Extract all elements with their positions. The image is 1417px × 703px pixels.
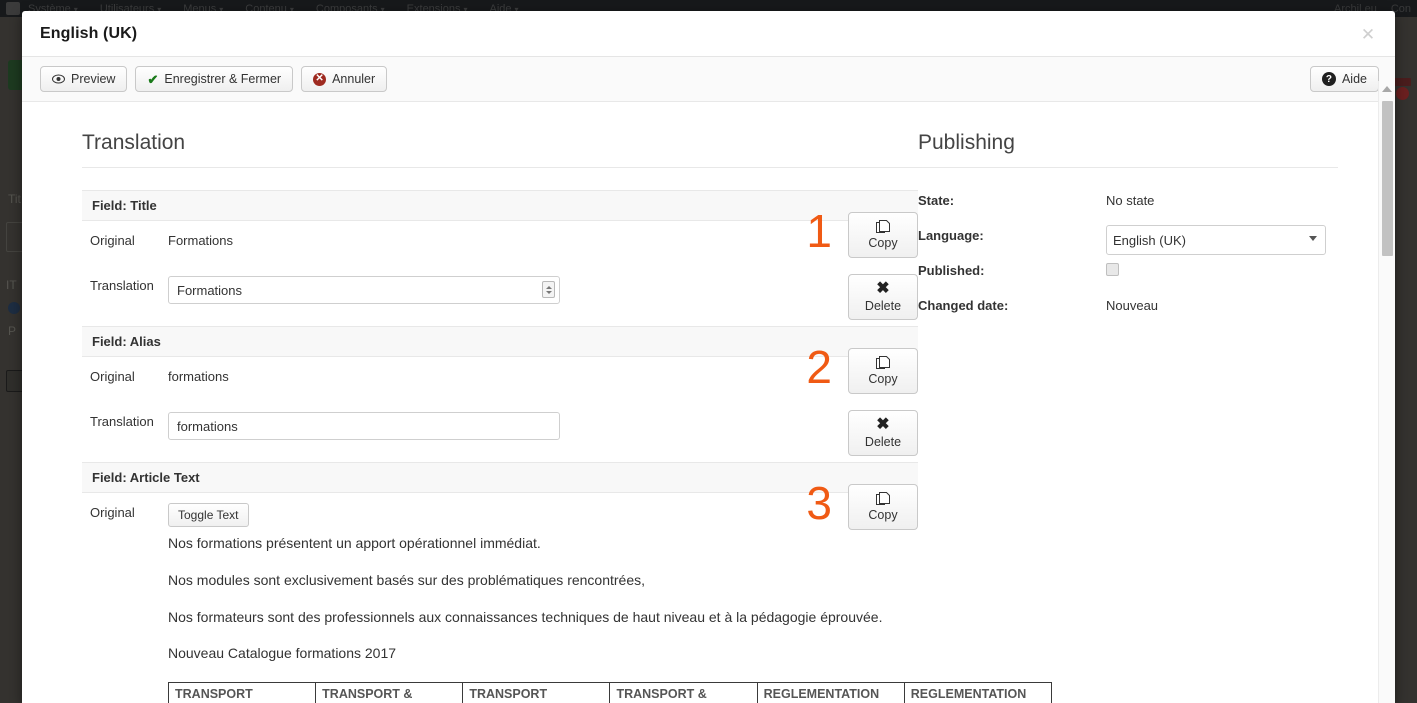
alias-translation-input[interactable] [168, 412, 560, 440]
alias-actions: 2 Copy ✖ Delete [762, 344, 918, 456]
copy-label: Copy [868, 236, 898, 250]
translation-modal: English (UK) ✕ Preview ✔ Enregistrer & F… [22, 11, 1395, 703]
publishing-fields: State: No state Language: English (UK) P… [918, 190, 1338, 330]
close-x-icon: ✖ [876, 280, 890, 297]
cancel-icon: ✕ [313, 72, 327, 86]
table-header-cell: TRANSPORT & [609, 682, 758, 703]
original-value-alias: formations [168, 369, 229, 384]
close-icon[interactable]: ✕ [1357, 24, 1379, 46]
field-block-title: Field: Title Original Formations Transla… [82, 190, 918, 320]
preview-button[interactable]: Preview [40, 66, 128, 92]
copy-label: Copy [868, 372, 898, 386]
field-block-alias: Field: Alias Original formations Transla… [82, 326, 918, 456]
original-label: Original [90, 369, 135, 384]
changed-date-label: Changed date: [918, 298, 1009, 313]
copy-button-article[interactable]: Copy [848, 484, 918, 530]
copy-icon [876, 220, 890, 234]
background-p-label: P [8, 324, 17, 338]
article-paragraph: Nos formations présentent un apport opér… [168, 535, 541, 551]
table-header-cell: TRANSPORT [462, 682, 611, 703]
copy-icon [876, 492, 890, 506]
copy-button-title[interactable]: Copy [848, 212, 918, 258]
eye-icon [52, 74, 65, 84]
original-label: Original [90, 233, 135, 248]
state-row: State: No state [918, 190, 1338, 225]
help-icon: ? [1321, 72, 1336, 86]
spinner-icon[interactable] [542, 281, 555, 298]
modal-toolbar: Preview ✔ Enregistrer & Fermer ✕ Annuler… [22, 57, 1395, 102]
copy-button-alias[interactable]: Copy [848, 348, 918, 394]
check-icon: ✔ [147, 71, 159, 87]
background-it-label: IT [6, 278, 17, 292]
language-select[interactable]: English (UK) [1106, 225, 1326, 255]
state-value: No state [1106, 193, 1155, 208]
changed-date-row: Changed date: Nouveau [918, 295, 1338, 330]
copy-icon [876, 356, 890, 370]
language-label: Language: [918, 228, 984, 243]
modal-scrollbar[interactable] [1378, 81, 1395, 703]
preview-label: Preview [71, 72, 116, 86]
article-actions: 3 Copy [762, 480, 918, 530]
translation-column: Translation Field: Title Original Format… [82, 131, 1053, 703]
cancel-button[interactable]: ✕ Annuler [301, 66, 388, 92]
modal-body: Translation Field: Title Original Format… [22, 103, 1378, 703]
modal-title: English (UK) [40, 24, 138, 42]
original-label: Original [90, 505, 135, 520]
translation-section-title: Translation [82, 131, 186, 154]
changed-date-value: Nouveau [1106, 298, 1159, 313]
help-button[interactable]: ? Aide [1309, 66, 1379, 92]
publishing-section-title: Publishing [918, 131, 1015, 154]
table-header-cell: TRANSPORT [167, 682, 317, 703]
state-label: State: [918, 193, 955, 208]
published-row: Published: [918, 260, 1338, 295]
scrollbar-thumb[interactable] [1382, 101, 1393, 256]
published-checkbox[interactable] [1106, 263, 1119, 276]
table-header-cell: REGLEMENTATION [903, 682, 1053, 703]
field-block-article-text: Field: Article Text Original Toggle Text… [82, 462, 1053, 703]
scroll-up-arrow-icon[interactable] [1382, 86, 1392, 92]
cancel-label: Annuler [332, 72, 376, 86]
article-paragraph: Nos modules sont exclusivement basés sur… [168, 571, 646, 588]
close-x-icon: ✖ [876, 416, 890, 433]
table-header-row: TRANSPORT TRANSPORT & TRANSPORT TRANSPOR… [167, 682, 1053, 703]
save-and-close-button[interactable]: ✔ Enregistrer & Fermer [135, 66, 294, 92]
delete-label: Delete [864, 299, 902, 313]
delete-button-title[interactable]: ✖ Delete [848, 274, 918, 320]
table-header-cell: TRANSPORT & [315, 682, 464, 703]
copy-label: Copy [868, 508, 898, 522]
title-input-wrap [168, 276, 560, 304]
background-alert-icon [1393, 78, 1413, 100]
title-translation-input[interactable] [168, 276, 560, 304]
original-value-title: Formations [168, 233, 234, 248]
table-header-cell: REGLEMENTATION [756, 682, 905, 703]
delete-button-alias[interactable]: ✖ Delete [848, 410, 918, 456]
step-marker-2: 2 [806, 341, 832, 393]
published-label: Published: [918, 263, 985, 278]
article-paragraph: Nos formateurs sont des professionnels a… [168, 608, 883, 625]
article-paragraph: Nouveau Catalogue formations 2017 [168, 645, 397, 662]
translation-label: Translation [90, 278, 154, 293]
language-select-wrap: English (UK) [1106, 225, 1326, 255]
publishing-divider [918, 167, 1338, 168]
step-marker-3: 3 [806, 477, 832, 529]
translation-divider [82, 167, 918, 168]
background-title-label: Tit [8, 192, 21, 206]
background-status-dot [8, 302, 20, 314]
help-label: Aide [1341, 72, 1367, 86]
article-table: TRANSPORT TRANSPORT & TRANSPORT TRANSPOR… [167, 682, 1053, 703]
step-marker-1: 1 [806, 205, 832, 257]
save-and-close-label: Enregistrer & Fermer [164, 72, 282, 86]
translation-label: Translation [90, 414, 154, 429]
delete-label: Delete [864, 435, 902, 449]
joomla-logo-icon [6, 2, 20, 15]
language-row: Language: English (UK) [918, 225, 1338, 260]
title-actions: 1 Copy ✖ Delete [762, 208, 918, 320]
modal-header: English (UK) ✕ [22, 11, 1395, 57]
article-original-content: Toggle Text Nos formations présentent un… [167, 503, 1053, 703]
toggle-text-button[interactable]: Toggle Text [168, 503, 249, 527]
